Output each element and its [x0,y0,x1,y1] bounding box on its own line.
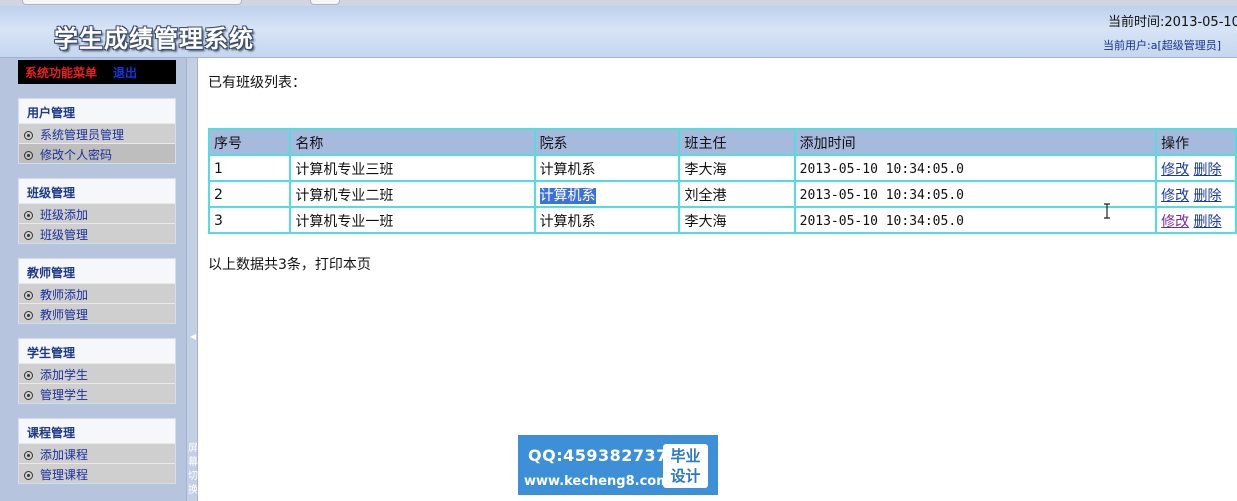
watermark-qq: QQ:459382737 [528,446,668,465]
delete-link[interactable]: 删除 [1194,214,1222,230]
delete-link[interactable]: 删除 [1194,162,1222,178]
watermark-url: www.kecheng8.com [524,474,670,489]
cell-dept: 计算机系 [533,154,681,182]
bullet-icon [24,131,33,140]
collapse-left-icon[interactable]: ◀ [190,332,196,341]
menu-group-student: 学生管理 添加学生 管理学生 [18,338,176,404]
bullet-icon [24,311,33,320]
column-header: 名称 [289,128,536,156]
bullet-icon [24,371,33,380]
bullet-icon [24,211,33,220]
list-intro: 已有班级列表： [208,75,306,91]
menu-item-admin-manage[interactable]: 系统管理员管理 [19,123,175,143]
screen-toggle-bar[interactable]: ◀ 屏幕切换 [186,58,198,501]
menu-header: 系统功能菜单 退出 [18,60,176,84]
menu-group-teacher: 教师管理 教师添加 教师管理 [18,258,176,324]
table-header-row: 序号 名称 院系 班主任 添加时间 操作 [207,128,1237,156]
text-cursor-icon [1104,203,1110,219]
app-header: 学生成绩管理系统 当前时间:2013-05-10 当前用户:a[超级管理员] [0,6,1237,58]
menu-group-class: 班级管理 班级添加 班级管理 [18,178,176,244]
class-list-table: 序号 名称 院系 班主任 添加时间 操作 1 计算机专业三班 计算机系 李大海 … [207,128,1237,234]
menu-item-teacher-add[interactable]: 教师添加 [19,283,175,303]
menu-group-title: 班级管理 [19,179,175,203]
menu-group-user: 用户管理 系统管理员管理 修改个人密码 [18,98,176,164]
cell-no: 2 [207,180,292,208]
cell-dept: 计算机系 [533,206,681,234]
cell-time: 2013-05-10 10:34:05.0 [793,154,1158,182]
cell-teacher: 刘全港 [678,180,796,208]
edit-link[interactable]: 修改 [1161,162,1189,178]
bullet-icon [24,231,33,240]
edit-link[interactable]: 修改 [1161,214,1189,230]
current-time: 当前时间:2013-05-10 [1108,15,1237,30]
cell-time: 2013-05-10 10:34:05.0 [793,206,1158,234]
column-header: 操作 [1155,128,1237,156]
cell-time: 2013-05-10 10:34:05.0 [793,180,1158,208]
edit-link[interactable]: 修改 [1161,188,1189,204]
menu-group-title: 学生管理 [19,339,175,363]
delete-link[interactable]: 删除 [1194,188,1222,204]
menu-item-course-add[interactable]: 添加课程 [19,443,175,463]
table-row: 2 计算机专业二班 计算机系 刘全港 2013-05-10 10:34:05.0… [207,180,1237,208]
bullet-icon [24,451,33,460]
menu-item-change-password[interactable]: 修改个人密码 [19,143,175,163]
menu-label: 系统功能菜单 [25,66,98,80]
watermark-banner: QQ:459382737 www.kecheng8.com 毕业 设计 [518,435,718,495]
logout-link[interactable]: 退出 [113,66,137,80]
sidebar: 系统功能菜单 退出 用户管理 系统管理员管理 修改个人密码 班级管理 班级添加 班… [0,58,186,501]
cell-no: 1 [207,154,292,182]
watermark-badge: 毕业 设计 [663,444,708,488]
menu-item-course-manage[interactable]: 管理课程 [19,463,175,483]
current-user: 当前用户:a[超级管理员] [1103,39,1222,52]
cell-name: 计算机专业三班 [289,154,536,182]
menu-item-teacher-manage[interactable]: 教师管理 [19,303,175,323]
menu-item-class-manage[interactable]: 班级管理 [19,223,175,243]
bullet-icon [24,391,33,400]
table-row: 1 计算机专业三班 计算机系 李大海 2013-05-10 10:34:05.0… [207,154,1237,182]
menu-group-course: 课程管理 添加课程 管理课程 [18,418,176,484]
column-header: 添加时间 [793,128,1158,156]
menu-group-title: 用户管理 [19,99,175,123]
cell-actions: 修改 删除 [1155,180,1237,208]
column-header: 院系 [533,128,681,156]
cell-teacher: 李大海 [678,206,796,234]
cell-dept: 计算机系 [533,180,681,208]
column-header: 序号 [207,128,292,156]
menu-item-student-manage[interactable]: 管理学生 [19,383,175,403]
cell-name: 计算机专业二班 [289,180,536,208]
cell-teacher: 李大海 [678,154,796,182]
column-header: 班主任 [678,128,796,156]
cell-no: 3 [207,206,292,234]
bullet-icon [24,291,33,300]
browser-tab[interactable] [310,0,340,5]
browser-tab[interactable] [22,0,242,5]
cell-actions: 修改 删除 [1155,154,1237,182]
menu-group-title: 教师管理 [19,259,175,283]
menu-group-title: 课程管理 [19,419,175,443]
cell-name: 计算机专业一班 [289,206,536,234]
record-summary: 以上数据共3条，打印本页 [208,257,371,273]
menu-item-class-add[interactable]: 班级添加 [19,203,175,223]
bullet-icon [24,471,33,480]
cell-actions: 修改 删除 [1155,206,1237,234]
selected-text: 计算机系 [539,188,596,204]
menu-item-student-add[interactable]: 添加学生 [19,363,175,383]
bullet-icon [24,151,33,160]
table-row: 3 计算机专业一班 计算机系 李大海 2013-05-10 10:34:05.0… [207,206,1237,234]
system-title: 学生成绩管理系统 [54,24,254,53]
